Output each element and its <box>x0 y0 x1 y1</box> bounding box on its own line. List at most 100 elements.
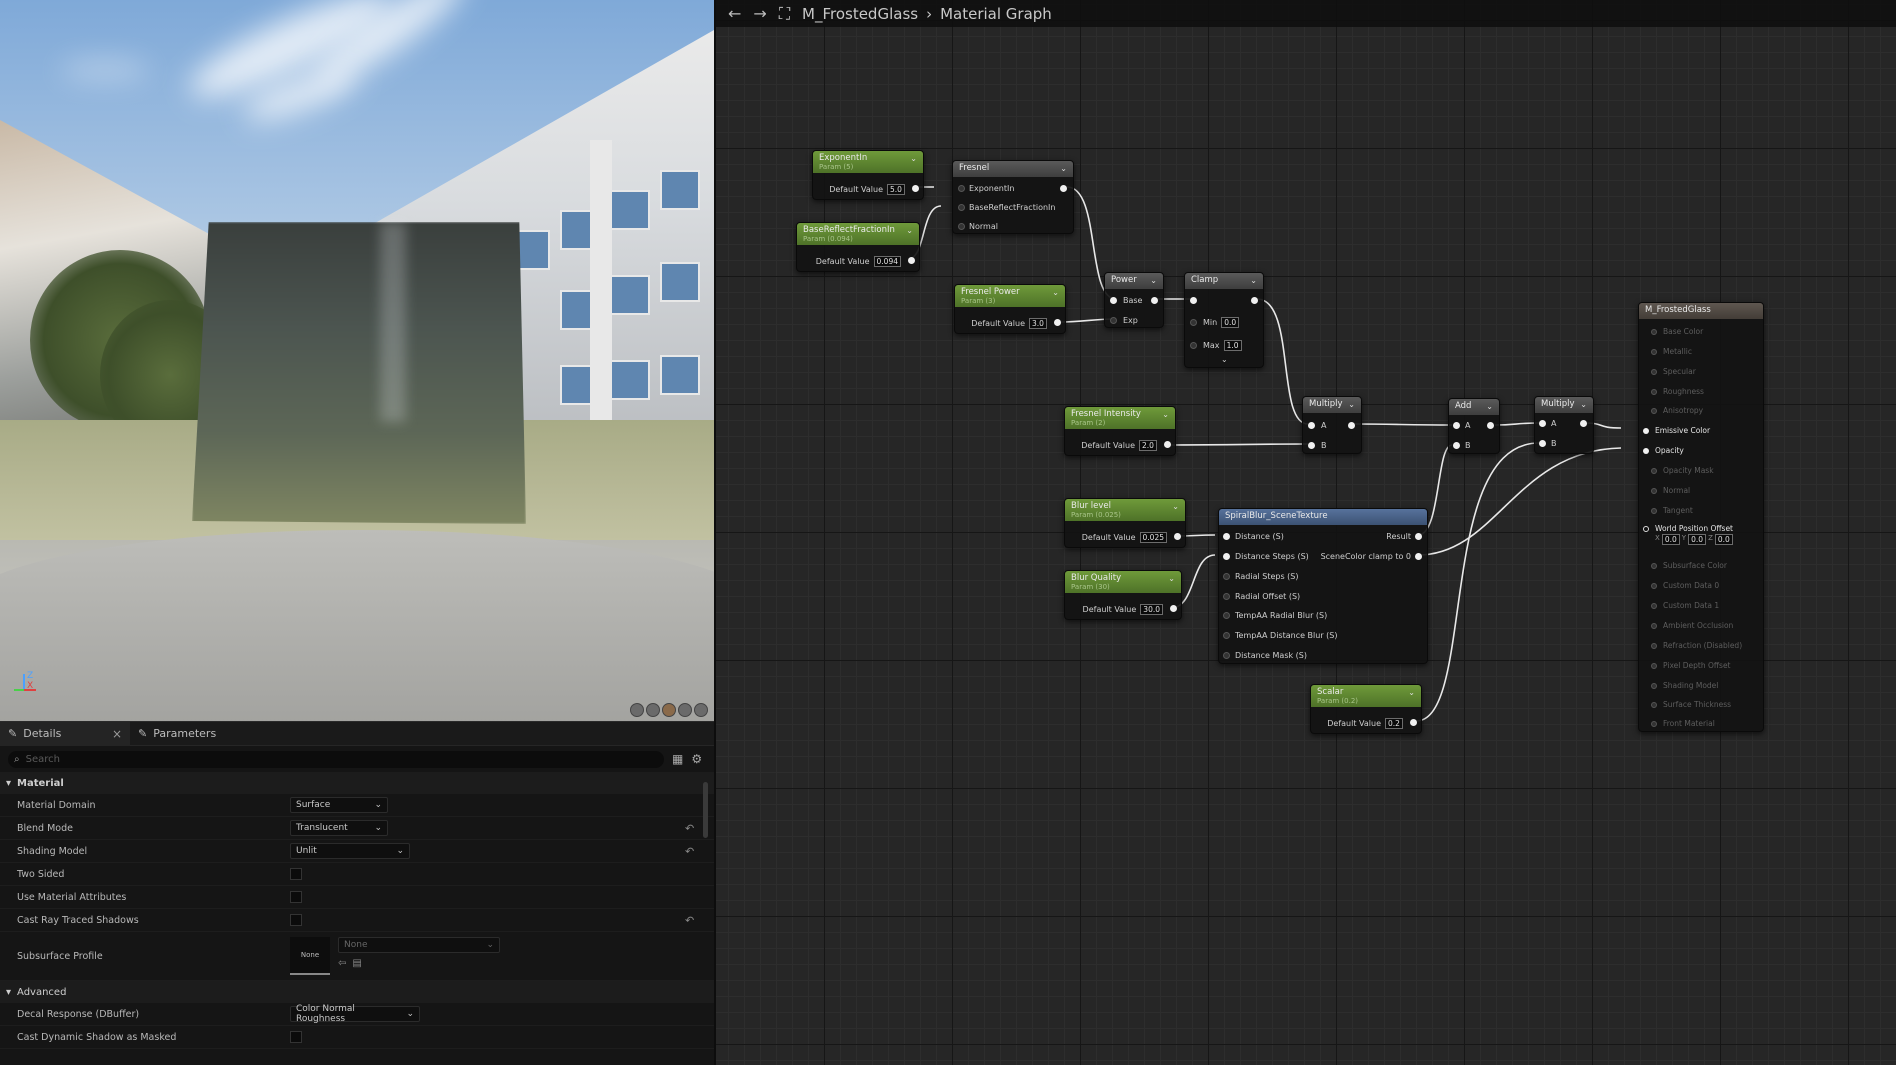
input-pin[interactable] <box>958 223 965 230</box>
input-pin[interactable] <box>1651 368 1657 375</box>
result-pin[interactable]: Front Material <box>1651 719 1715 728</box>
material-graph-canvas[interactable]: ← → ⛶ M_FrostedGlass › Material Graph Ex… <box>714 0 1896 1065</box>
input-pin[interactable] <box>1190 297 1197 304</box>
shading-model-dropdown[interactable]: Unlit ⌄ <box>290 843 410 859</box>
input-pin[interactable] <box>1643 447 1649 454</box>
output-pin[interactable] <box>1054 319 1061 326</box>
result-pin[interactable]: Opacity Mask <box>1651 466 1714 475</box>
node-power[interactable]: Power ⌄ Base Exp <box>1104 272 1164 328</box>
input-pin[interactable] <box>958 204 965 211</box>
output-pin[interactable] <box>1415 533 1422 540</box>
cast-ray-traced-shadows-checkbox[interactable] <box>290 914 302 926</box>
input-pin[interactable] <box>1651 642 1657 649</box>
browse-asset-icon[interactable]: ▤ <box>352 958 361 969</box>
chevron-down-icon[interactable]: ⌄ <box>1060 164 1067 173</box>
subsurface-profile-dropdown[interactable]: None ⌄ <box>338 937 500 953</box>
node-fresnel-power[interactable]: Fresnel Power Param (3) ⌄ Default Value … <box>954 284 1066 334</box>
input-pin[interactable] <box>1651 507 1657 514</box>
wpo-x-field[interactable]: 0.0 <box>1661 534 1680 545</box>
section-material[interactable]: ▾ Material <box>0 772 714 794</box>
default-value-field[interactable]: 2.0 <box>1139 439 1157 451</box>
input-pin[interactable] <box>1651 562 1657 569</box>
input-pin[interactable] <box>1190 319 1197 326</box>
result-pin-opacity[interactable]: Opacity <box>1643 446 1684 455</box>
breadcrumb-graph[interactable]: Material Graph <box>940 5 1052 23</box>
result-pin[interactable]: Subsurface Color <box>1651 561 1727 570</box>
preview-sphere-button[interactable] <box>646 703 660 717</box>
node-blur-level[interactable]: Blur level Param (0.025) ⌄ Default Value… <box>1064 498 1186 548</box>
result-pin-wpo[interactable]: World Position Offset X 0.0 Y 0.0 Z 0.0 <box>1643 524 1733 545</box>
wpo-z-field[interactable]: 0.0 <box>1714 534 1733 545</box>
clamp-min-field[interactable]: 0.0 <box>1221 316 1240 328</box>
chevron-down-icon[interactable]: ⌄ <box>1250 276 1257 285</box>
output-pin[interactable] <box>1348 422 1355 429</box>
material-preview-viewport[interactable]: Z X <box>0 0 714 721</box>
chevron-down-icon[interactable]: ⌄ <box>1162 410 1169 419</box>
result-pin[interactable]: Anisotropy <box>1651 406 1703 415</box>
output-pin[interactable] <box>1410 719 1417 726</box>
table-view-icon[interactable]: ▦ <box>672 752 683 766</box>
input-pin[interactable] <box>1223 593 1230 600</box>
node-fresnel-intensity[interactable]: Fresnel Intensity Param (2) ⌄ Default Va… <box>1064 406 1176 456</box>
use-selected-asset-icon[interactable]: ⇦ <box>338 958 346 969</box>
output-pin[interactable] <box>1580 420 1587 427</box>
result-pin[interactable]: Base Color <box>1651 327 1703 336</box>
result-pin[interactable]: Metallic <box>1651 347 1692 356</box>
result-pin-emissive[interactable]: Emissive Color <box>1643 426 1710 435</box>
back-arrow-icon[interactable]: ← <box>728 4 741 23</box>
input-pin[interactable] <box>1651 701 1657 708</box>
input-pin[interactable] <box>958 185 965 192</box>
chevron-down-icon[interactable]: ⌄ <box>1221 355 1228 364</box>
wpo-y-field[interactable]: 0.0 <box>1688 534 1707 545</box>
chevron-down-icon[interactable]: ⌄ <box>1172 502 1179 511</box>
forward-arrow-icon[interactable]: → <box>753 4 766 23</box>
output-pin[interactable] <box>1060 185 1067 192</box>
tab-parameters[interactable]: ✎ Parameters <box>130 722 224 746</box>
preview-plane-button[interactable] <box>662 703 676 717</box>
node-add[interactable]: Add ⌄ A B <box>1448 398 1500 454</box>
input-pin[interactable] <box>1651 348 1657 355</box>
result-pin[interactable]: Tangent <box>1651 506 1693 515</box>
default-value-field[interactable]: 5.0 <box>887 183 905 195</box>
chevron-down-icon[interactable]: ⌄ <box>1408 688 1415 697</box>
input-pin[interactable] <box>1539 440 1546 447</box>
chevron-down-icon[interactable]: ⌄ <box>1486 402 1493 411</box>
result-pin[interactable]: Pixel Depth Offset <box>1651 661 1731 670</box>
use-material-attributes-checkbox[interactable] <box>290 891 302 903</box>
tab-details[interactable]: ✎ Details × <box>0 721 130 746</box>
reset-to-default-icon[interactable]: ↶ <box>685 822 694 835</box>
preview-cylinder-button[interactable] <box>630 703 644 717</box>
output-pin[interactable] <box>1487 422 1494 429</box>
cast-dynamic-shadow-as-masked-checkbox[interactable] <box>290 1031 302 1043</box>
result-pin[interactable]: Custom Data 0 <box>1651 581 1719 590</box>
output-pin[interactable] <box>1164 441 1171 448</box>
clamp-max-field[interactable]: 1.0 <box>1223 339 1242 351</box>
node-multiply-1[interactable]: Multiply ⌄ A B <box>1302 396 1362 454</box>
input-pin[interactable] <box>1223 553 1230 560</box>
result-pin[interactable]: Custom Data 1 <box>1651 601 1719 610</box>
default-value-field[interactable]: 0.094 <box>873 255 901 267</box>
input-pin[interactable] <box>1308 442 1315 449</box>
chevron-down-icon[interactable]: ⌄ <box>1168 574 1175 583</box>
input-pin[interactable] <box>1651 467 1657 474</box>
node-clamp[interactable]: Clamp ⌄ Min 0.0 Max 1.0 ⌄ <box>1184 272 1264 368</box>
input-pin[interactable] <box>1651 388 1657 395</box>
output-pin[interactable] <box>1415 553 1422 560</box>
input-pin[interactable] <box>1651 682 1657 689</box>
chevron-down-icon[interactable]: ⌄ <box>906 226 913 235</box>
node-blur-quality[interactable]: Blur Quality Param (30) ⌄ Default Value … <box>1064 570 1182 620</box>
input-pin[interactable] <box>1651 582 1657 589</box>
result-pin[interactable]: Ambient Occlusion <box>1651 621 1733 630</box>
material-domain-dropdown[interactable]: Surface ⌄ <box>290 797 388 813</box>
input-pin[interactable] <box>1110 297 1117 304</box>
subsurface-thumbnail[interactable]: None <box>290 937 330 975</box>
input-pin[interactable] <box>1651 622 1657 629</box>
close-tab-icon[interactable]: × <box>112 727 122 741</box>
node-material-result[interactable]: M_FrostedGlass Base Color Metallic Specu… <box>1638 302 1764 732</box>
blend-mode-dropdown[interactable]: Translucent ⌄ <box>290 820 388 836</box>
node-scalar[interactable]: Scalar Param (0.2) ⌄ Default Value 0.2 <box>1310 684 1422 734</box>
input-pin[interactable] <box>1453 442 1460 449</box>
input-pin[interactable] <box>1223 612 1230 619</box>
input-pin[interactable] <box>1223 533 1230 540</box>
preview-mesh-button[interactable] <box>694 703 708 717</box>
